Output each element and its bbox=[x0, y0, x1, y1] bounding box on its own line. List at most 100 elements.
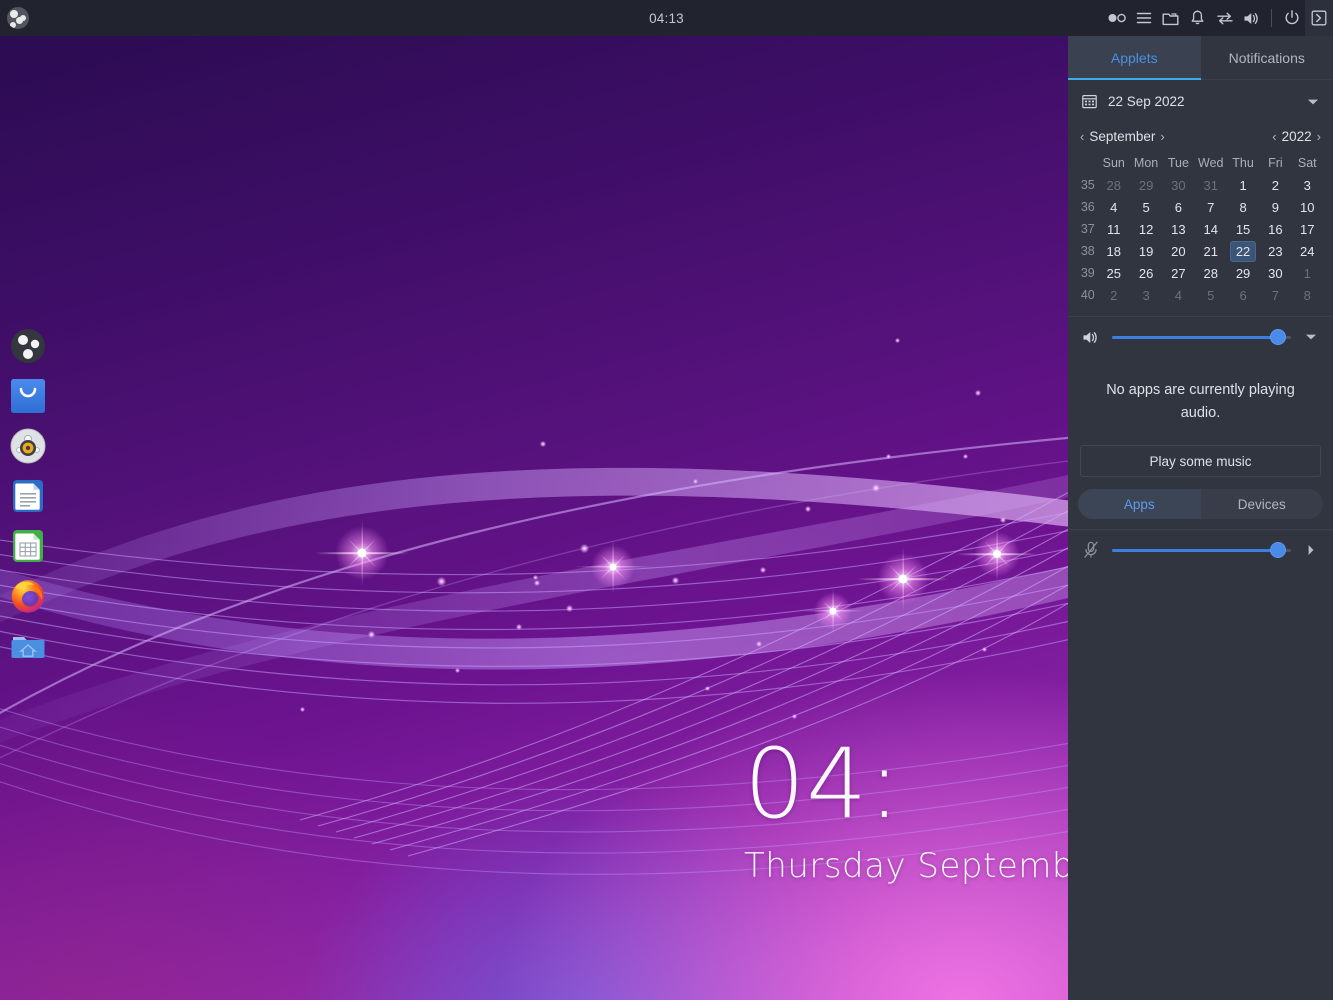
calendar-day[interactable]: 12 bbox=[1130, 218, 1162, 240]
calendar-day[interactable]: 30 bbox=[1162, 174, 1194, 196]
calendar-day[interactable]: 4 bbox=[1098, 196, 1130, 218]
home-folder-icon bbox=[10, 628, 46, 664]
weekday-header: Wed bbox=[1195, 156, 1227, 174]
output-device-chevron-icon[interactable] bbox=[1301, 333, 1321, 341]
calendar-day[interactable]: 16 bbox=[1259, 218, 1291, 240]
calendar-day[interactable]: 25 bbox=[1098, 262, 1130, 284]
calendar-grid: Sun Mon Tue Wed Thu Fri Sat 352829303112… bbox=[1068, 156, 1333, 306]
microphone-muted-icon[interactable] bbox=[1080, 541, 1102, 559]
calendar-day[interactable]: 20 bbox=[1162, 240, 1194, 262]
calendar-day[interactable]: 28 bbox=[1195, 262, 1227, 284]
tray-divider bbox=[1271, 9, 1272, 27]
dock-item-libreoffice-writer[interactable] bbox=[6, 474, 50, 518]
calendar-date-header[interactable]: 22 Sep 2022 bbox=[1068, 84, 1333, 118]
dock-item-system-settings[interactable] bbox=[6, 324, 50, 368]
no-audio-message: No apps are currently playing audio. bbox=[1068, 357, 1333, 433]
volume-icon[interactable] bbox=[1238, 0, 1265, 36]
hamburger-menu-icon[interactable] bbox=[1130, 0, 1157, 36]
desktop-screen: 04: Thursday Septemb bbox=[0, 0, 1333, 1000]
current-year-label[interactable]: 2022 bbox=[1282, 129, 1312, 144]
libreoffice-calc-icon bbox=[10, 528, 46, 564]
application-launcher-button[interactable] bbox=[0, 0, 36, 36]
week-number-cell: 36 bbox=[1078, 196, 1098, 218]
calendar-day[interactable]: 7 bbox=[1259, 284, 1291, 306]
desktop-wallpaper[interactable]: 04: Thursday Septemb bbox=[0, 36, 1068, 1000]
calendar-day[interactable]: 3 bbox=[1292, 174, 1323, 196]
next-month-button[interactable]: › bbox=[1160, 130, 1164, 143]
dock-item-discover[interactable] bbox=[6, 374, 50, 418]
top-panel: 04:13 bbox=[0, 0, 1333, 36]
wallpaper-ribbons bbox=[0, 36, 1068, 1000]
calendar-day[interactable]: 8 bbox=[1292, 284, 1323, 306]
calendar-day[interactable]: 30 bbox=[1259, 262, 1291, 284]
calendar-day[interactable]: 10 bbox=[1292, 196, 1323, 218]
tab-notifications[interactable]: Notifications bbox=[1201, 36, 1333, 79]
slider-thumb[interactable] bbox=[1271, 543, 1285, 557]
calendar-week-row: 3818192021222324 bbox=[1078, 240, 1323, 262]
week-number-cell: 38 bbox=[1078, 240, 1098, 262]
prev-year-button[interactable]: ‹ bbox=[1272, 130, 1276, 143]
calendar-day[interactable]: 3 bbox=[1130, 284, 1162, 306]
calendar-day[interactable]: 28 bbox=[1098, 174, 1130, 196]
calendar-day[interactable]: 27 bbox=[1162, 262, 1194, 284]
calendar-week-row: 3645678910 bbox=[1078, 196, 1323, 218]
dock-item-media-player[interactable] bbox=[6, 424, 50, 468]
calendar-day[interactable]: 15 bbox=[1227, 218, 1259, 240]
calendar-day[interactable]: 6 bbox=[1227, 284, 1259, 306]
calendar-day[interactable]: 8 bbox=[1227, 196, 1259, 218]
input-volume-slider[interactable] bbox=[1112, 541, 1291, 559]
calendar-day[interactable]: 23 bbox=[1259, 240, 1291, 262]
current-month-label[interactable]: September bbox=[1089, 129, 1155, 144]
calendar-day[interactable]: 5 bbox=[1195, 284, 1227, 306]
calendar-day[interactable]: 17 bbox=[1292, 218, 1323, 240]
notifications-bell-icon[interactable] bbox=[1184, 0, 1211, 36]
calendar-day[interactable]: 21 bbox=[1195, 240, 1227, 262]
tab-applets[interactable]: Applets bbox=[1068, 36, 1201, 79]
calendar-day[interactable]: 9 bbox=[1259, 196, 1291, 218]
folder-icon[interactable] bbox=[1157, 0, 1184, 36]
application-dock bbox=[6, 324, 50, 668]
calendar-day[interactable]: 29 bbox=[1130, 174, 1162, 196]
chevron-down-icon[interactable] bbox=[1307, 94, 1319, 109]
power-icon[interactable] bbox=[1278, 0, 1305, 36]
calendar-day[interactable]: 26 bbox=[1130, 262, 1162, 284]
segment-devices[interactable]: Devices bbox=[1201, 489, 1324, 519]
input-device-expand-icon[interactable] bbox=[1301, 544, 1321, 556]
next-year-button[interactable]: › bbox=[1317, 130, 1321, 143]
speaker-volume-icon[interactable] bbox=[1080, 330, 1102, 345]
apps-devices-toggle: Apps Devices bbox=[1068, 477, 1333, 529]
calendar-day[interactable]: 2 bbox=[1098, 284, 1130, 306]
output-volume-slider[interactable] bbox=[1112, 328, 1291, 346]
prev-month-button[interactable]: ‹ bbox=[1080, 130, 1084, 143]
system-settings-icon bbox=[10, 328, 46, 364]
calendar-day[interactable]: 19 bbox=[1130, 240, 1162, 262]
panel-toggle-icon[interactable] bbox=[1305, 0, 1333, 36]
slider-thumb[interactable] bbox=[1271, 330, 1285, 344]
calendar-day-label: 22 bbox=[1230, 241, 1256, 262]
calendar-day[interactable]: 11 bbox=[1098, 218, 1130, 240]
calendar-day[interactable]: 1 bbox=[1227, 174, 1259, 196]
calendar-day[interactable]: 31 bbox=[1195, 174, 1227, 196]
play-some-music-button[interactable]: Play some music bbox=[1080, 445, 1321, 477]
media-player-indicator-icon[interactable] bbox=[1103, 0, 1130, 36]
dock-item-firefox[interactable] bbox=[6, 574, 50, 618]
calendar-day[interactable]: 18 bbox=[1098, 240, 1130, 262]
dock-item-libreoffice-calc[interactable] bbox=[6, 524, 50, 568]
segment-apps[interactable]: Apps bbox=[1078, 489, 1201, 519]
calendar-day[interactable]: 29 bbox=[1227, 262, 1259, 284]
calendar-day[interactable]: 24 bbox=[1292, 240, 1323, 262]
calendar-day[interactable]: 6 bbox=[1162, 196, 1194, 218]
network-transfer-icon[interactable] bbox=[1211, 0, 1238, 36]
calendar-day[interactable]: 13 bbox=[1162, 218, 1194, 240]
calendar-day-today[interactable]: 22 bbox=[1227, 240, 1259, 262]
calendar-day[interactable]: 7 bbox=[1195, 196, 1227, 218]
calendar-day[interactable]: 4 bbox=[1162, 284, 1194, 306]
calendar-day[interactable]: 2 bbox=[1259, 174, 1291, 196]
calendar-day[interactable]: 5 bbox=[1130, 196, 1162, 218]
weekday-header: Thu bbox=[1227, 156, 1259, 174]
calendar-day[interactable]: 14 bbox=[1195, 218, 1227, 240]
calendar-day[interactable]: 1 bbox=[1292, 262, 1323, 284]
year-nav: ‹ 2022 › bbox=[1272, 129, 1321, 144]
week-number-cell: 39 bbox=[1078, 262, 1098, 284]
dock-item-home-folder[interactable] bbox=[6, 624, 50, 668]
